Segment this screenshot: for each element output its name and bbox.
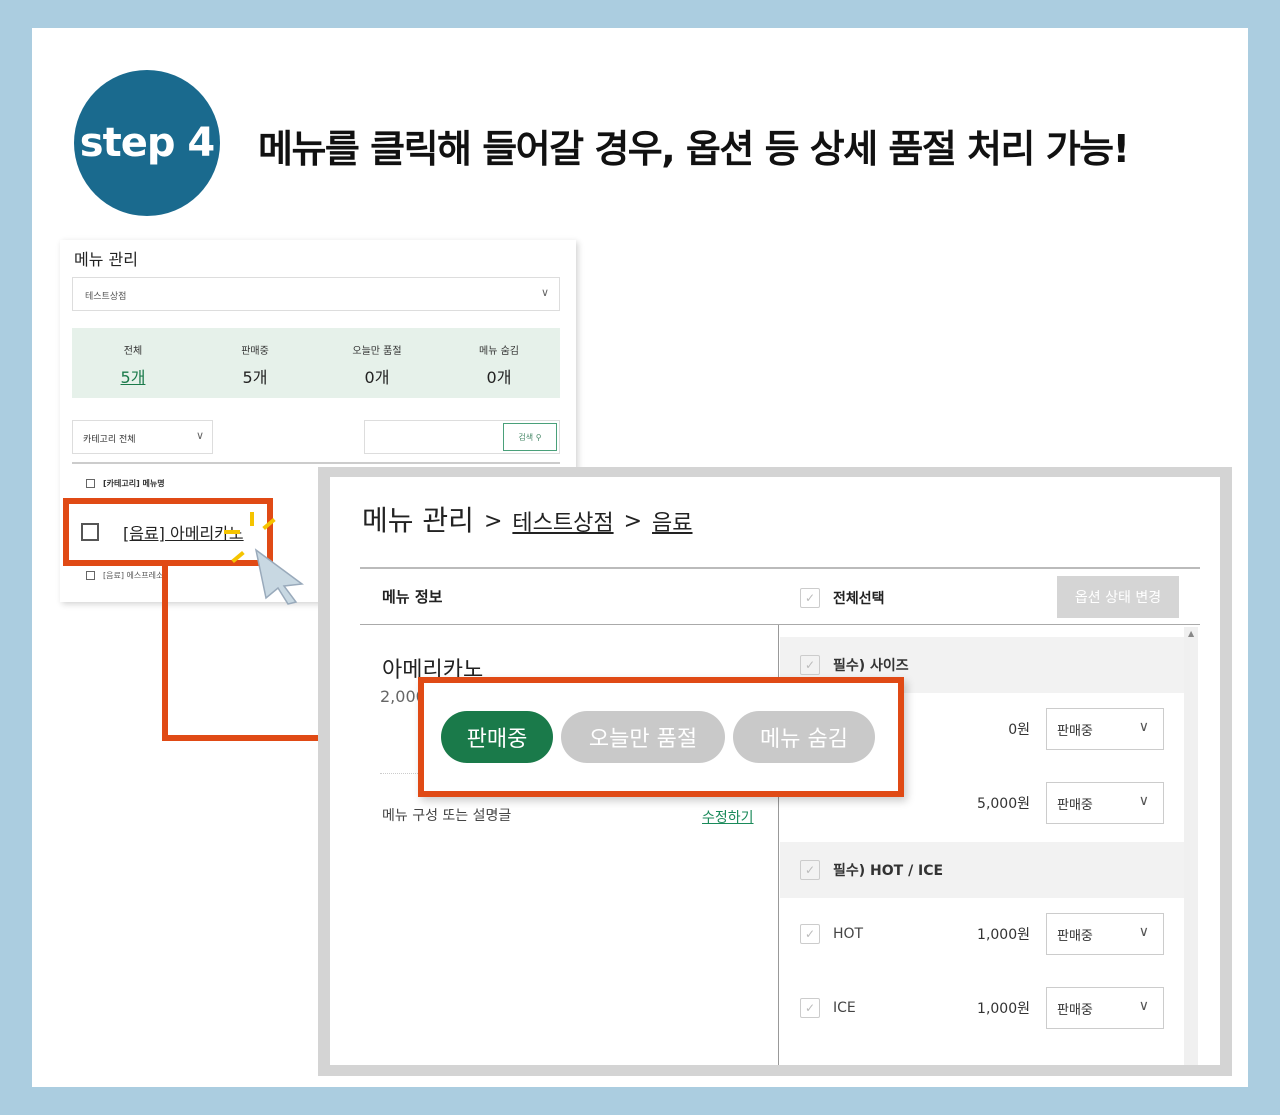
stat-all[interactable]: 전체 5개 [72, 328, 194, 398]
store-select[interactable]: 테스트상점 ∨ [72, 277, 560, 311]
chevron-down-icon: ∨ [1138, 924, 1149, 940]
option-price: 1,000원 [977, 927, 1030, 943]
breadcrumb-store-link[interactable]: 테스트상점 [512, 511, 613, 536]
option-group-header: ✓ 필수) HOT / ICE [780, 842, 1184, 898]
select-all[interactable]: ✓ 전체선택 [800, 588, 885, 608]
stat-label: 메뉴 숨김 [479, 346, 519, 357]
small-page-title: 메뉴 관리 [74, 250, 138, 269]
stat-value: 0개 [486, 368, 512, 387]
stat-value: 0개 [364, 368, 390, 387]
stat-value[interactable]: 5개 [72, 364, 194, 388]
chevron-down-icon: ∨ [195, 429, 204, 442]
search-button-label: 검색 [518, 432, 534, 442]
option-price: 1,000원 [977, 1001, 1030, 1017]
dropdown-value: 판매중 [1057, 723, 1093, 739]
scrollbar[interactable] [1184, 627, 1198, 1065]
dropdown-value: 판매중 [1057, 1002, 1093, 1018]
select-all-label: 전체선택 [833, 591, 885, 607]
option-status-dropdown[interactable]: 판매중 ∨ [1046, 987, 1164, 1029]
divider [72, 462, 560, 464]
breadcrumb-root: 메뉴 관리 [362, 504, 474, 537]
checkbox[interactable]: ✓ [800, 655, 820, 675]
option-status-dropdown[interactable]: 판매중 ∨ [1046, 782, 1164, 824]
checkbox[interactable]: ✓ [800, 860, 820, 880]
category-select[interactable]: 카테고리 전체 ∨ [72, 420, 213, 454]
list-header-label: [카테고리] 메뉴명 [103, 479, 165, 488]
edit-link[interactable]: 수정하기 [702, 807, 754, 827]
divider [360, 567, 1200, 569]
menu-info-header: 메뉴 정보 [382, 588, 443, 606]
checkbox[interactable]: ✓ [800, 588, 820, 608]
option-name: HOT [833, 926, 864, 942]
chevron-down-icon: ∨ [1138, 719, 1149, 735]
stat-hidden[interactable]: 메뉴 숨김 0개 [438, 328, 560, 398]
option-price: 5,000원 [977, 796, 1030, 812]
option-name: ICE [833, 1000, 856, 1016]
stat-value: 5개 [242, 368, 268, 387]
stat-on-sale[interactable]: 판매중 5개 [194, 328, 316, 398]
chevron-down-icon: ∨ [1138, 998, 1149, 1014]
dropdown-value: 판매중 [1057, 797, 1093, 813]
divider [360, 624, 1200, 625]
mouse-cursor-icon [254, 548, 304, 605]
search-button[interactable]: 검색 ⚲ [503, 423, 557, 451]
option-group-title: 필수) HOT / ICE [833, 863, 944, 879]
sold-out-today-button[interactable]: 오늘만 품절 [561, 711, 725, 763]
category-select-value: 카테고리 전체 [83, 435, 136, 445]
step-badge: step 4 [74, 70, 220, 216]
dropdown-value: 판매중 [1057, 928, 1093, 944]
checkbox[interactable] [86, 479, 95, 488]
chevron-right-icon: > [623, 509, 643, 534]
scroll-up-icon[interactable]: ▲ [1188, 629, 1194, 638]
chevron-right-icon: > [483, 509, 503, 534]
hide-menu-button[interactable]: 메뉴 숨김 [733, 711, 875, 763]
list-item-label[interactable]: [음료] 에스프레소 [103, 571, 163, 580]
stat-label: 판매중 [241, 346, 269, 357]
checkbox[interactable]: ✓ [800, 924, 820, 944]
stat-label: 전체 [123, 346, 143, 357]
option-price: 0원 [1008, 722, 1030, 738]
status-button-group: 판매중 오늘만 품절 메뉴 숨김 [418, 677, 904, 797]
checkbox[interactable] [81, 523, 99, 541]
chevron-down-icon: ∨ [1138, 793, 1149, 809]
stat-label: 오늘만 품절 [352, 346, 402, 357]
search-icon: ⚲ [533, 432, 542, 442]
store-select-value: 테스트상점 [85, 292, 127, 302]
option-status-dropdown[interactable]: 판매중 ∨ [1046, 913, 1164, 955]
checkbox[interactable]: ✓ [800, 998, 820, 1018]
option-status-button[interactable]: 옵션 상태 변경 [1057, 576, 1179, 618]
stat-sold-out-today[interactable]: 오늘만 품절 0개 [316, 328, 438, 398]
breadcrumb: 메뉴 관리 > 테스트상점 > 음료 [362, 499, 693, 539]
option-status-dropdown[interactable]: 판매중 ∨ [1046, 708, 1164, 750]
option-group-title: 필수) 사이즈 [833, 658, 909, 674]
search-input[interactable]: 검색 ⚲ [364, 420, 560, 454]
connector-line [162, 566, 168, 741]
chevron-down-icon: ∨ [540, 286, 549, 299]
stats-bar: 전체 5개 판매중 5개 오늘만 품절 0개 메뉴 숨김 0개 [72, 328, 560, 398]
breadcrumb-category-link[interactable]: 음료 [652, 511, 692, 536]
option-row: ✓ ICE 1,000원 판매중 ∨ [780, 978, 1184, 1038]
list-header: [카테고리] 메뉴명 [86, 478, 165, 489]
option-row: ✓ HOT 1,000원 판매중 ∨ [780, 904, 1184, 964]
on-sale-button[interactable]: 판매중 [441, 711, 553, 763]
list-item[interactable]: [음료] 에스프레소 [86, 570, 163, 581]
checkbox[interactable] [86, 571, 95, 580]
headline: 메뉴를 클릭해 들어갈 경우, 옵션 등 상세 품절 처리 가능! [258, 127, 1130, 171]
product-description: 메뉴 구성 또는 설명글 [382, 808, 512, 824]
